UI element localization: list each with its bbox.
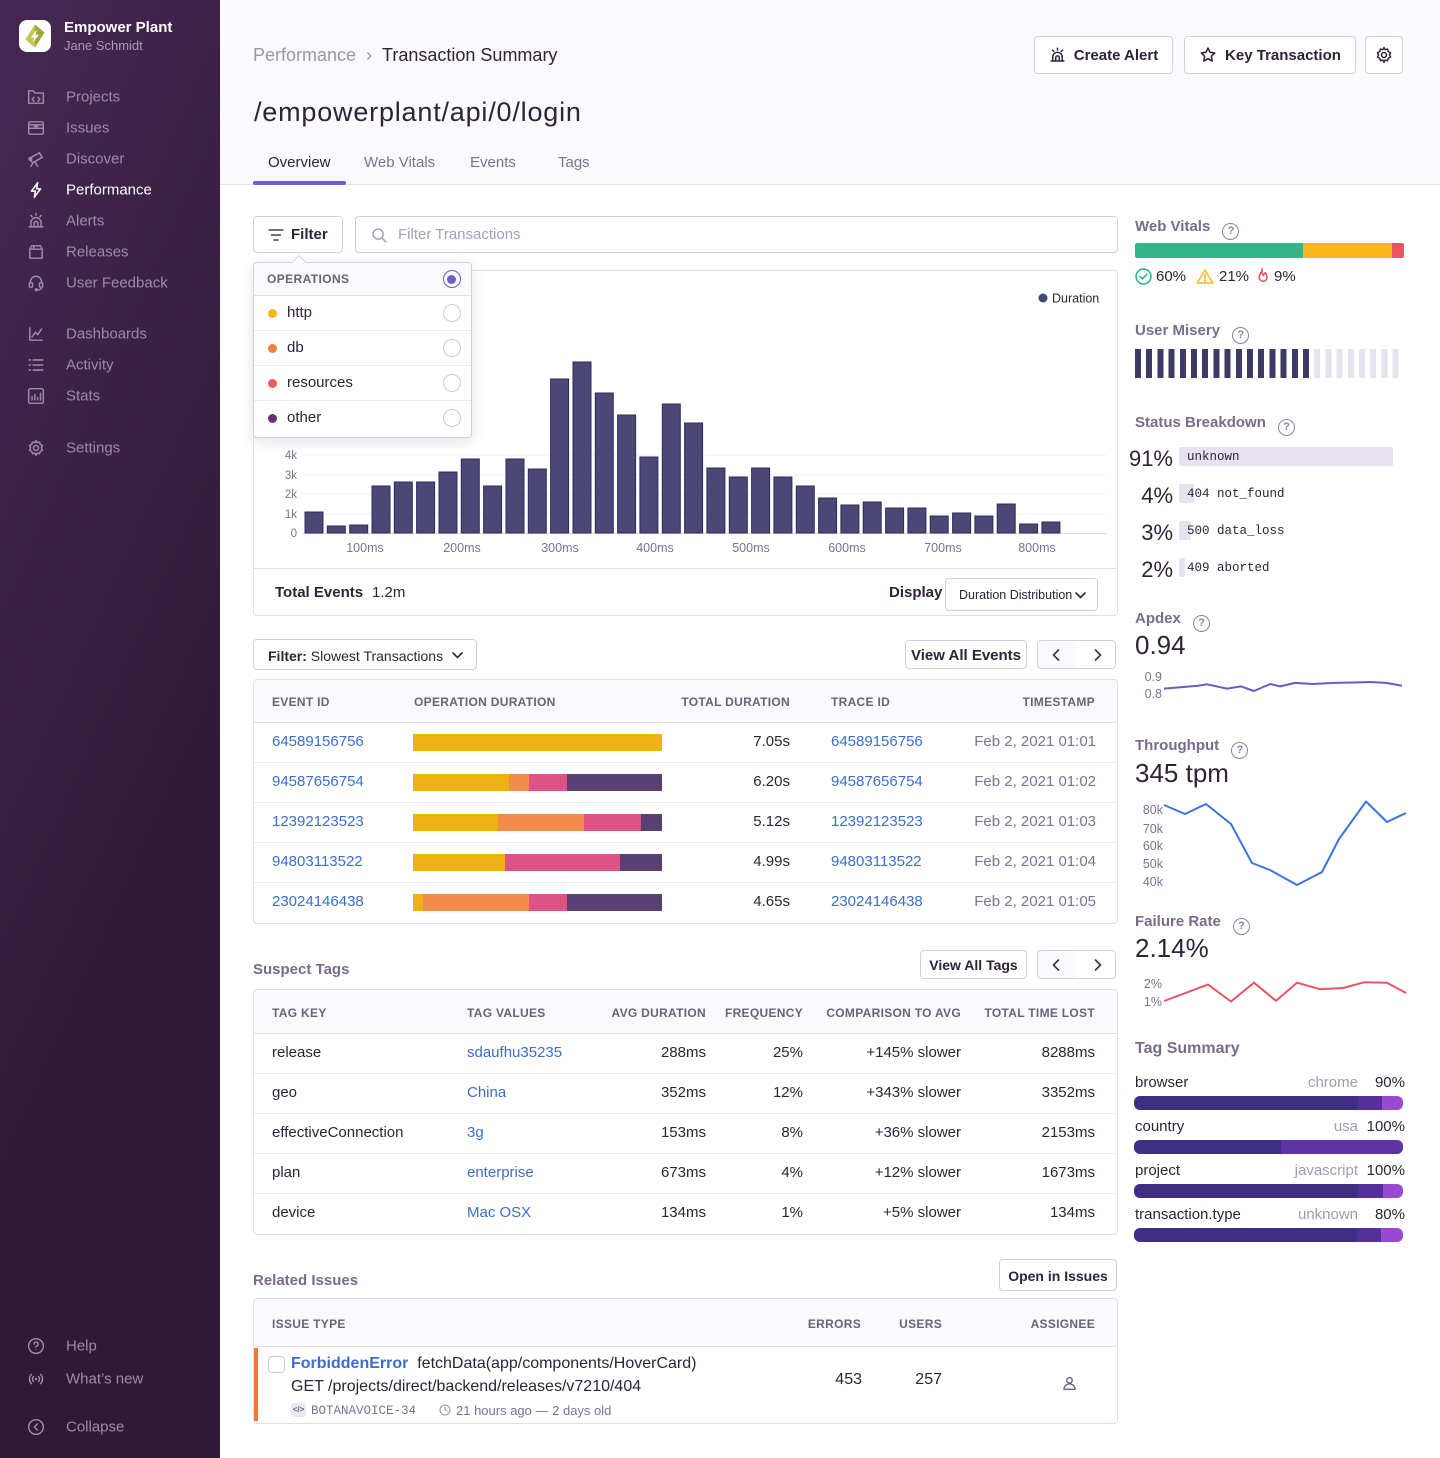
svg-text:1k: 1k: [285, 509, 297, 521]
svg-text:Duration: Duration: [1052, 292, 1099, 306]
svg-text:70k: 70k: [1143, 822, 1164, 836]
svg-text:0.8: 0.8: [1145, 687, 1162, 701]
svg-text:40k: 40k: [1143, 875, 1164, 889]
svg-text:4k: 4k: [285, 450, 297, 462]
svg-text:60k: 60k: [1143, 839, 1164, 853]
svg-text:100ms: 100ms: [346, 541, 384, 555]
svg-text:400ms: 400ms: [636, 541, 674, 555]
svg-text:500ms: 500ms: [732, 541, 770, 555]
svg-text:2k: 2k: [285, 489, 297, 501]
svg-text:80k: 80k: [1143, 803, 1164, 817]
svg-text:0.9: 0.9: [1145, 670, 1162, 684]
svg-text:50k: 50k: [1143, 857, 1164, 871]
svg-text:200ms: 200ms: [443, 541, 481, 555]
svg-text:600ms: 600ms: [828, 541, 866, 555]
svg-text:3k: 3k: [285, 470, 297, 482]
svg-text:0: 0: [291, 528, 297, 540]
svg-text:2%: 2%: [1144, 977, 1162, 991]
svg-text:1%: 1%: [1144, 995, 1162, 1009]
svg-text:700ms: 700ms: [924, 541, 962, 555]
svg-text:800ms: 800ms: [1018, 541, 1056, 555]
svg-text:300ms: 300ms: [541, 541, 579, 555]
